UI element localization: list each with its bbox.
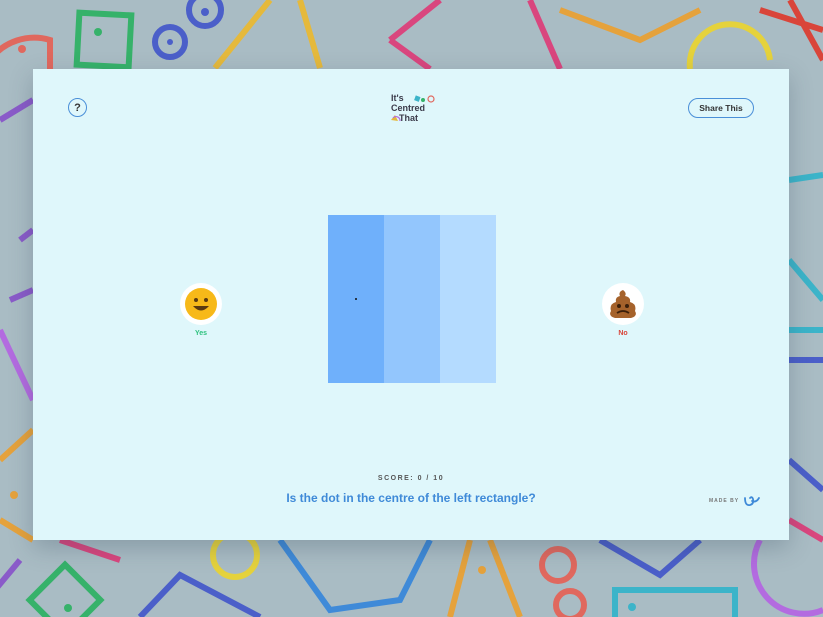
poop-icon: [610, 290, 636, 318]
score-text: SCORE: 0 / 10: [377, 475, 445, 482]
share-button[interactable]: Share This: [688, 98, 754, 118]
made-by-label: MADE BY: [709, 498, 740, 504]
question-text: Is the dot in the centre of the left rec…: [286, 491, 536, 505]
yes-answer-button[interactable]: Yes: [179, 283, 223, 337]
puzzle-rectangles: [328, 215, 496, 383]
logo: It's Centred That: [389, 93, 445, 127]
right-rectangle: [440, 215, 496, 383]
no-label: No: [618, 330, 628, 337]
game-card: ? It's Centred That Share This Yes No SC…: [33, 69, 789, 540]
made-by[interactable]: MADE BY: [709, 495, 761, 507]
left-rectangle: [328, 215, 384, 383]
no-answer-circle[interactable]: [602, 283, 644, 325]
yes-answer-circle[interactable]: [180, 283, 222, 325]
smiley-face-icon: [185, 288, 217, 320]
middle-rectangle: [384, 215, 440, 383]
yes-label: Yes: [194, 330, 208, 337]
help-button[interactable]: ?: [68, 98, 87, 117]
logo-shapes-icon: [391, 95, 435, 122]
maker-logo-icon[interactable]: [743, 495, 761, 507]
target-dot: [355, 298, 357, 300]
no-answer-button[interactable]: No: [601, 283, 645, 337]
